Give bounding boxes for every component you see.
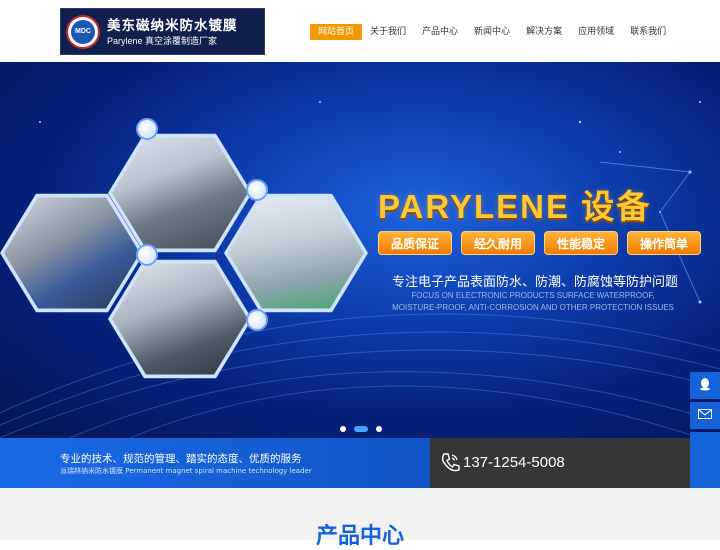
nav-item-news[interactable]: 新闻中心 [466,24,518,40]
hex-node [136,244,158,266]
site-logo[interactable]: MDC 美东磁纳米防水镀膜 Parylene 真空涂覆制造厂家 [60,8,265,55]
nav-item-products[interactable]: 产品中心 [414,24,466,40]
carousel-dot-3[interactable] [376,426,382,432]
hex-node [246,179,268,201]
section-title: 产品中心 [315,524,404,549]
banner-tag: 经久耐用 [461,231,535,255]
banner-headline: PARYLENE 设备 [378,188,652,225]
hex-photo-equipment-3 [108,259,252,379]
hotline-number: 137-1254-5008 [463,454,565,471]
banner-tag: 性能稳定 [544,231,618,255]
main-nav: 网站首页 关于我们 产品中心 新闻中心 解决方案 应用领域 联系我们 [310,24,674,40]
nav-item-about[interactable]: 关于我们 [362,24,414,40]
hex-node [136,118,158,140]
nav-item-applications[interactable]: 应用领域 [570,24,622,40]
hotline-block[interactable]: 137-1254-5008 [430,438,690,488]
banner-tags: 品质保证 经久耐用 性能稳定 操作简单 [378,231,710,255]
slogan-sub: 派瑞林纳米防水镀膜 Permanent magnet spiral machin… [60,467,312,475]
mail-button[interactable] [690,402,720,429]
carousel-dot-2[interactable] [354,426,368,432]
info-strip: 专业的技术、规范的管理、踏实的态度、优质的服务 派瑞林纳米防水镀膜 Perman… [0,438,720,488]
slogan: 专业的技术、规范的管理、踏实的态度、优质的服务 [60,453,302,465]
nav-item-home[interactable]: 网站首页 [310,24,363,40]
logo-title: 美东磁纳米防水镀膜 [107,18,238,34]
banner-tag: 操作简单 [627,231,701,255]
nav-item-solutions[interactable]: 解决方案 [518,24,570,40]
nav-item-contact[interactable]: 联系我们 [622,24,674,40]
hero-banner[interactable]: PARYLENE 设备 品质保证 经久耐用 性能稳定 操作简单 专注电子产品表面… [0,62,720,438]
hex-photo-factory [224,193,368,313]
logo-badge-text: MDC [71,20,95,44]
site-header: MDC 美东磁纳米防水镀膜 Parylene 真空涂覆制造厂家 网站首页 关于我… [0,0,720,62]
carousel-dots [340,426,390,432]
hotline-phone-icon [440,452,462,474]
logo-badge: MDC [66,15,100,49]
qq-icon [698,377,712,395]
banner-subtitle-en: FOCUS ON ELECTRONIC PRODUCTS SURFACE WAT… [392,291,674,312]
carousel-dot-1[interactable] [340,426,346,432]
slogan-block: 专业的技术、规范的管理、踏实的态度、优质的服务 派瑞林纳米防水镀膜 Perman… [0,438,430,488]
mail-icon [698,408,712,423]
products-section: 产品中心 [0,488,720,549]
qq-button[interactable] [690,372,720,399]
hex-node [246,309,268,331]
logo-subtitle: Parylene 真空涂覆制造厂家 [107,36,218,46]
banner-subtitle-cn: 专注电子产品表面防水、防潮、防腐蚀等防护问题 [392,275,679,290]
banner-tag: 品质保证 [378,231,452,255]
